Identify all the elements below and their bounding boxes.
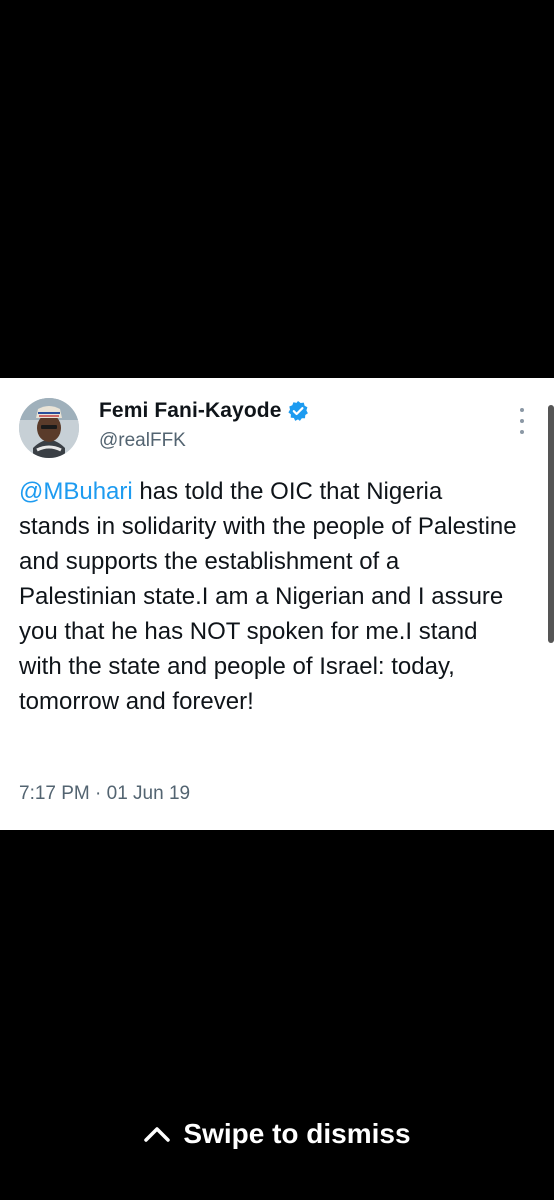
- tweet-text-line1: has told the OIC that: [132, 478, 360, 505]
- more-dot: [520, 430, 524, 434]
- avatar[interactable]: [19, 398, 79, 458]
- avatar-image: [19, 398, 79, 458]
- more-dot: [520, 419, 524, 423]
- swipe-to-dismiss-label: Swipe to dismiss: [183, 1118, 411, 1149]
- verified-badge-icon: [287, 400, 309, 422]
- more-dot: [520, 408, 524, 412]
- chevron-up-icon: [143, 1125, 171, 1143]
- display-name[interactable]: Femi Fani-Kayode: [99, 399, 281, 423]
- author-name-row[interactable]: Femi Fani-Kayode: [99, 399, 309, 423]
- tweet-text-body: Nigeria stands in solidarity with the pe…: [19, 478, 517, 715]
- tweet-text: @MBuhari has told the OIC that Nigeria s…: [19, 474, 519, 719]
- more-options-icon[interactable]: [512, 408, 532, 434]
- tweet-card[interactable]: Femi Fani-Kayode @realFFK @MBuhari has t…: [0, 378, 554, 830]
- handle[interactable]: @realFFK: [99, 430, 186, 452]
- scrollbar[interactable]: [548, 405, 554, 643]
- swipe-to-dismiss[interactable]: Swipe to dismiss: [0, 1118, 554, 1150]
- mention-link[interactable]: @MBuhari: [19, 478, 133, 505]
- timestamp[interactable]: 7:17 PM · 01 Jun 19: [19, 783, 190, 805]
